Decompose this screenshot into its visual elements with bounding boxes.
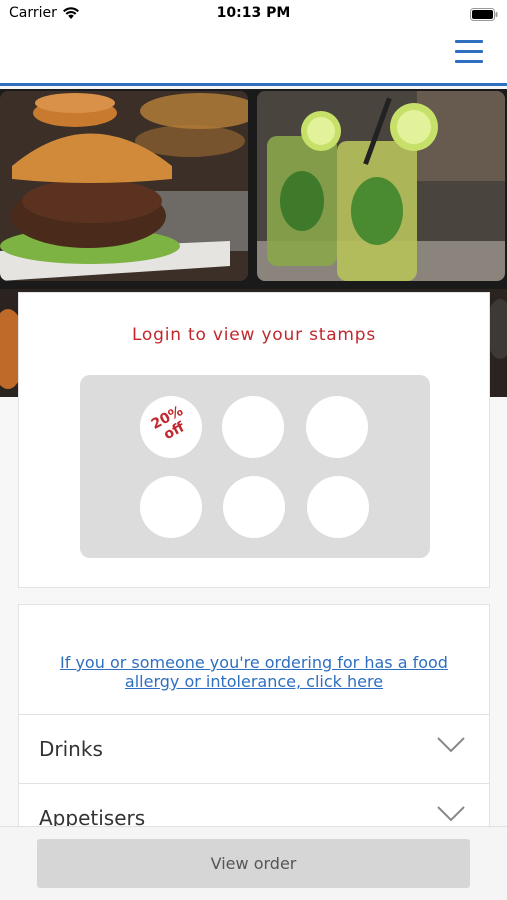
stamp-slot[interactable] xyxy=(222,396,284,458)
stamp-card: Login to view your stamps 20% off xyxy=(18,292,490,588)
clock: 10:13 PM xyxy=(216,5,291,21)
status-bar: Carrier 10:13 PM xyxy=(0,0,507,28)
chevron-down-icon xyxy=(437,806,465,826)
burger-photo xyxy=(0,91,248,281)
stamp-reward-label: 20% off xyxy=(137,397,206,453)
mojito-drinks-photo xyxy=(257,91,505,281)
bottom-bar: View order xyxy=(0,826,507,900)
view-order-button[interactable]: View order xyxy=(37,839,470,888)
stamp-slot[interactable] xyxy=(307,476,369,538)
allergy-info-link[interactable]: If you or someone you're ordering for ha… xyxy=(19,653,489,691)
stamp-reward[interactable]: 20% off xyxy=(140,396,202,458)
battery-icon xyxy=(470,6,498,25)
nav-bar xyxy=(0,28,507,86)
category-drinks[interactable]: Drinks xyxy=(18,714,490,784)
stamps-login-title[interactable]: Login to view your stamps xyxy=(19,325,489,345)
category-label: Drinks xyxy=(39,737,103,761)
allergy-card: If you or someone you're ordering for ha… xyxy=(18,604,490,714)
stamp-slot[interactable] xyxy=(140,476,202,538)
chevron-down-icon xyxy=(437,737,465,757)
hamburger-menu-icon[interactable] xyxy=(455,40,483,64)
stamp-slot[interactable] xyxy=(223,476,285,538)
stamp-board: 20% off xyxy=(80,375,430,558)
stamp-slot[interactable] xyxy=(306,396,368,458)
